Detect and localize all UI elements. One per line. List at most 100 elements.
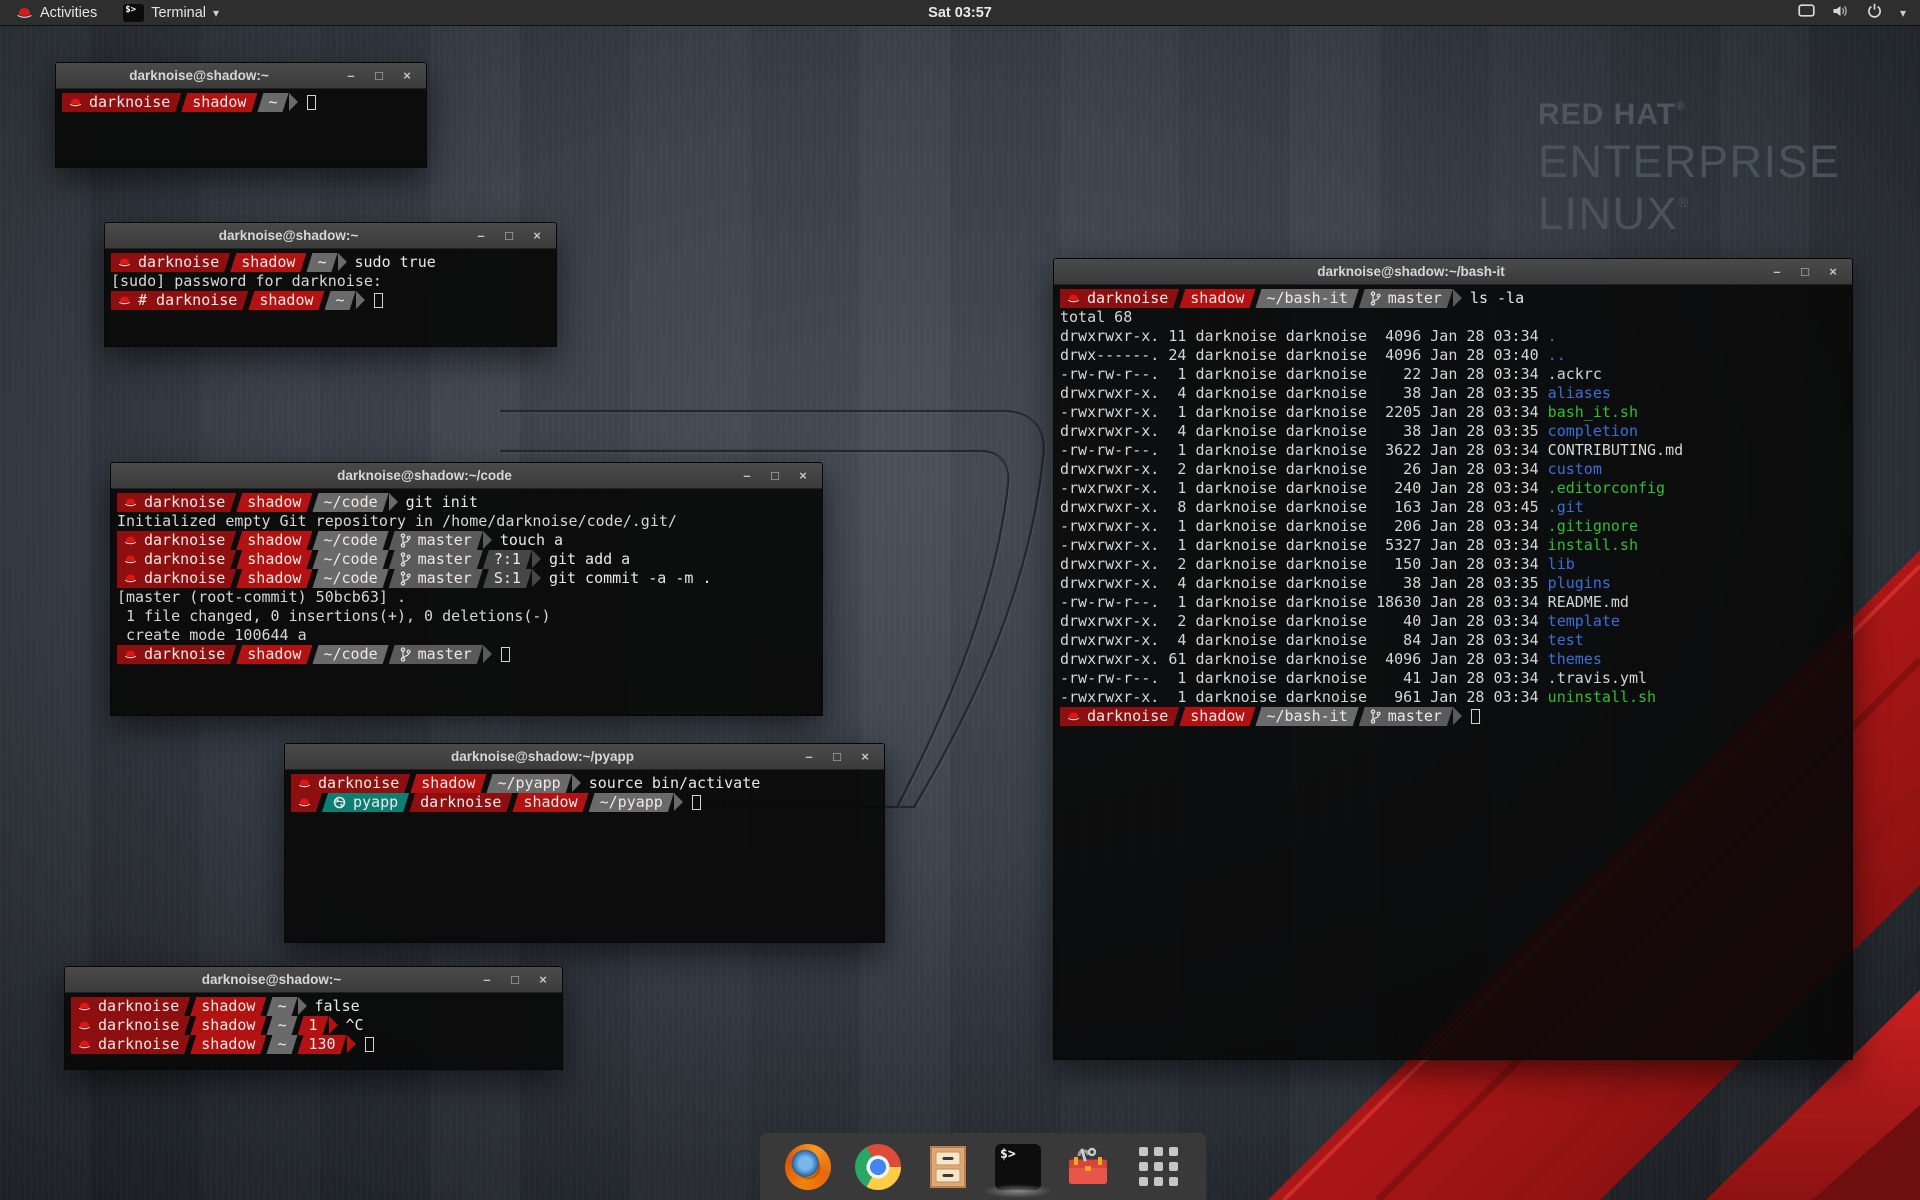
- prompt-segment-branch: master: [1359, 707, 1453, 726]
- dock-item-terminal[interactable]: $>: [995, 1144, 1041, 1190]
- terminal-line: -rwxrwxr-x. 1 darknoise darknoise 961 Ja…: [1060, 688, 1846, 707]
- redhat-icon: [118, 257, 131, 268]
- window-titlebar[interactable]: darknoise@shadow:~/code – □ ×: [111, 463, 822, 489]
- window-title: darknoise@shadow:~: [105, 228, 472, 243]
- minimize-button[interactable]: –: [1768, 264, 1786, 279]
- prompt-segment-text: darknoise: [89, 93, 170, 112]
- prompt-segment-host: shadow: [236, 645, 312, 664]
- terminal-screen[interactable]: darknoise shadow ~: [56, 89, 426, 167]
- close-button[interactable]: ×: [1824, 264, 1842, 279]
- window-title: darknoise@shadow:~: [56, 68, 342, 83]
- power-icon[interactable]: [1866, 2, 1883, 23]
- window-titlebar[interactable]: darknoise@shadow:~/bash-it – □ ×: [1054, 259, 1852, 285]
- dock-item-chrome[interactable]: [855, 1144, 901, 1190]
- prompt-segment-text: darknoise: [98, 1035, 179, 1054]
- prompt-segment-user: [291, 793, 322, 812]
- terminal-window-sudo[interactable]: darknoise@shadow:~ – □ × darknoiseshadow…: [104, 222, 557, 347]
- terminal-output: drwxrwxr-x. 61 darknoise darknoise 4096 …: [1060, 650, 1548, 669]
- dock-item-files[interactable]: [925, 1144, 971, 1190]
- prompt-segment-text: darknoise: [144, 531, 225, 550]
- terminal-window-code[interactable]: darknoise@shadow:~/code – □ × darknoises…: [110, 462, 823, 716]
- terminal-output: drwxrwxr-x. 8 darknoise darknoise 163 Ja…: [1060, 498, 1548, 517]
- prompt-segment-text: shadow: [421, 774, 475, 793]
- terminal-output: create mode 100644 a: [117, 626, 307, 645]
- prompt-segment-branch: master: [1359, 289, 1453, 308]
- prompt-segment-path: ~/code: [312, 493, 388, 512]
- window-titlebar[interactable]: darknoise@shadow:~ – □ ×: [56, 63, 426, 89]
- terminal-output: drwxrwxr-x. 2 darknoise darknoise 26 Jan…: [1060, 460, 1548, 479]
- terminal-screen[interactable]: darknoiseshadow~/bash-itmasterls -latota…: [1054, 285, 1852, 1059]
- terminal-window-bash-it[interactable]: darknoise@shadow:~/bash-it – □ × darknoi…: [1053, 258, 1853, 1060]
- maximize-button[interactable]: □: [500, 228, 518, 243]
- terminal-line: drwxrwxr-x. 2 darknoise darknoise 40 Jan…: [1060, 612, 1846, 631]
- terminal-line: drwxrwxr-x. 4 darknoise darknoise 84 Jan…: [1060, 631, 1846, 650]
- firefox-icon: [785, 1144, 831, 1190]
- window-titlebar[interactable]: darknoise@shadow:~ – □ ×: [105, 223, 556, 249]
- prompt-segment-path: ~: [257, 93, 288, 112]
- terminal-screen[interactable]: darknoiseshadow~sudo true[sudo] password…: [105, 249, 556, 346]
- prompt-segment-user: darknoise: [71, 997, 190, 1016]
- terminal-window-pyapp[interactable]: darknoise@shadow:~/pyapp – □ × darknoise…: [284, 743, 885, 943]
- dock-item-firefox[interactable]: [785, 1144, 831, 1190]
- prompt-segment-text: ~: [277, 1035, 286, 1054]
- prompt-arrow-icon: [1453, 289, 1462, 307]
- prompt-arrow-icon: [289, 93, 298, 111]
- window-titlebar[interactable]: darknoise@shadow:~/pyapp – □ ×: [285, 744, 884, 770]
- prompt-segment-text: master: [418, 531, 472, 550]
- command-text: sudo true: [355, 253, 436, 272]
- close-button[interactable]: ×: [528, 228, 546, 243]
- maximize-button[interactable]: □: [1796, 264, 1814, 279]
- file-name: bash_it.sh: [1548, 403, 1638, 422]
- prompt-segment-exit: 1: [298, 1016, 329, 1035]
- dock-item-app-grid[interactable]: [1135, 1144, 1181, 1190]
- file-name: .travis.yml: [1548, 669, 1647, 688]
- file-name: .gitignore: [1548, 517, 1638, 536]
- prompt-segment-text: ~: [317, 253, 326, 272]
- dock: $>: [760, 1133, 1206, 1200]
- prompt-segment-host: shadow: [248, 291, 324, 310]
- prompt-segment-path: ~/code: [312, 645, 388, 664]
- terminal-screen[interactable]: darknoiseshadow~/codegit initInitialized…: [111, 489, 822, 715]
- prompt-segment-text: darknoise: [318, 774, 399, 793]
- maximize-button[interactable]: □: [370, 68, 388, 83]
- prompt-segment-text: ~/bash-it: [1266, 289, 1347, 308]
- rhel-logo: RED HAT® ENTERPRISE LINUX®: [1538, 100, 1841, 236]
- terminal-line: darknoiseshadow~/codemastertouch a: [117, 531, 816, 550]
- terminal-screen[interactable]: darknoiseshadow~falsedarknoiseshadow~1^C…: [65, 993, 562, 1069]
- prompt-segment-text: master: [418, 645, 472, 664]
- screen-share-icon[interactable]: [1798, 3, 1815, 22]
- maximize-button[interactable]: □: [828, 749, 846, 764]
- close-button[interactable]: ×: [398, 68, 416, 83]
- close-button[interactable]: ×: [534, 972, 552, 987]
- system-menu-chevron-icon[interactable]: ▾: [1900, 6, 1906, 20]
- terminal-line: darknoiseshadow~/bash-itmaster: [1060, 707, 1846, 726]
- minimize-button[interactable]: –: [738, 468, 756, 483]
- minimize-button[interactable]: –: [342, 68, 360, 83]
- redhat-icon: [124, 554, 137, 565]
- maximize-button[interactable]: □: [506, 972, 524, 987]
- terminal-window-home-small[interactable]: darknoise@shadow:~ – □ × darknoise shadow…: [55, 62, 427, 168]
- minimize-button[interactable]: –: [800, 749, 818, 764]
- prompt-segment-host: shadow: [1179, 707, 1255, 726]
- minimize-button[interactable]: –: [472, 228, 490, 243]
- prompt-segment-host: shadow: [236, 569, 312, 588]
- terminal-line: drwxrwxr-x. 61 darknoise darknoise 4096 …: [1060, 650, 1846, 669]
- maximize-button[interactable]: □: [766, 468, 784, 483]
- prompt-arrow-icon: [298, 997, 307, 1015]
- prompt-segment-text: pyapp: [353, 793, 398, 812]
- window-titlebar[interactable]: darknoise@shadow:~ – □ ×: [65, 967, 562, 993]
- prompt-segment-text: shadow: [192, 93, 246, 112]
- dock-item-toolbox[interactable]: [1065, 1144, 1111, 1190]
- close-button[interactable]: ×: [856, 749, 874, 764]
- terminal-window-exitcodes[interactable]: darknoise@shadow:~ – □ × darknoiseshadow…: [64, 966, 563, 1070]
- terminal-screen[interactable]: darknoiseshadow~/pyappsource bin/activat…: [285, 770, 884, 942]
- rhel-logo-line2: ENTERPRISE: [1538, 139, 1841, 184]
- prompt-segment-user: darknoise: [71, 1016, 190, 1035]
- prompt-segment-venv: pyapp: [322, 793, 409, 812]
- prompt-segment-user: darknoise: [1060, 707, 1179, 726]
- prompt-segment-path: ~/bash-it: [1255, 289, 1358, 308]
- volume-icon[interactable]: [1832, 3, 1849, 23]
- minimize-button[interactable]: –: [478, 972, 496, 987]
- clock[interactable]: Sat 03:57: [0, 5, 1920, 21]
- close-button[interactable]: ×: [794, 468, 812, 483]
